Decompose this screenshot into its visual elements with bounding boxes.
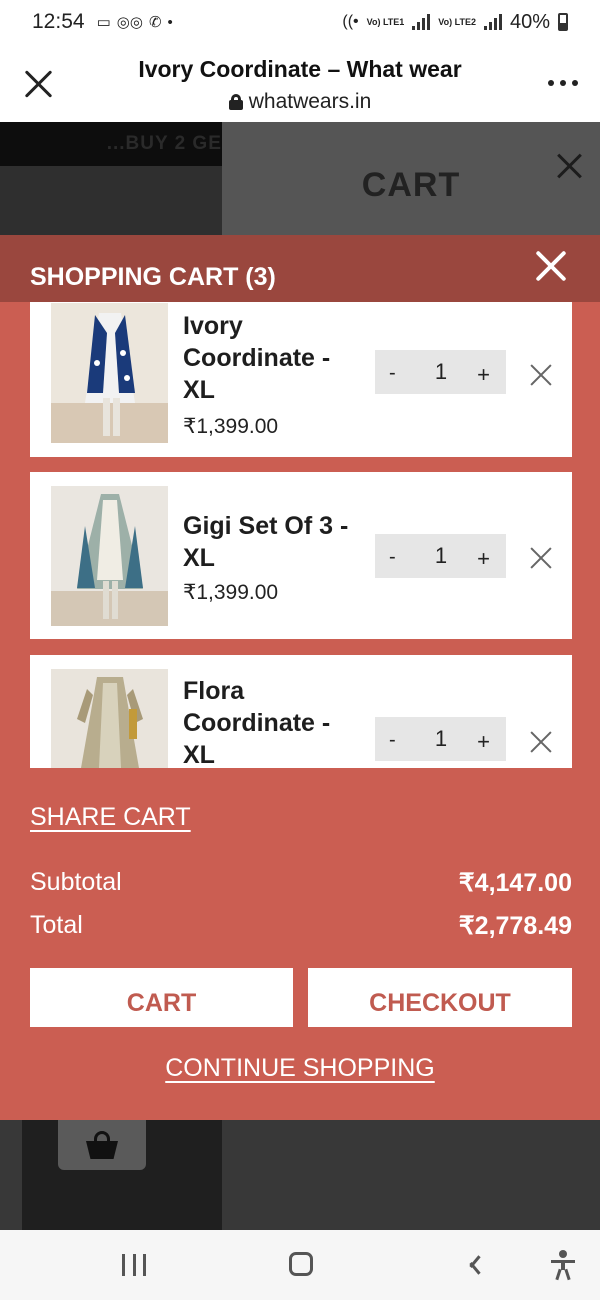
product-name[interactable]: Gigi Set Of 3 - XL (183, 510, 353, 574)
decrease-qty-button[interactable]: - (389, 729, 396, 752)
view-cart-button[interactable]: CART (30, 968, 293, 1027)
product-image[interactable] (51, 669, 168, 768)
cart-item-list[interactable]: Ivory Coordinate - XL ₹1,399.00 - 1 + Gi… (0, 302, 600, 768)
status-right: ((• Vo) LTE1 Vo) LTE2 40% (342, 11, 568, 34)
lock-icon (228, 94, 243, 110)
product-price: ₹1,399.00 (183, 581, 279, 604)
network-2-label: Vo) LTE2 (438, 16, 476, 27)
background-cart-title: CART (361, 166, 461, 204)
quantity-stepper: - 1 + (375, 717, 506, 761)
cart-title: SHOPPING CART (3) (30, 263, 276, 291)
wifi-icon: ((• (342, 13, 359, 30)
browser-header: Ivory Coordinate – What wear whatwears.i… (0, 44, 600, 122)
product-image[interactable] (51, 486, 168, 626)
page-title: Ivory Coordinate – What wear (138, 56, 462, 82)
shopping-cart-modal: SHOPPING CART (3) Ivory Coordinate - XL … (0, 235, 600, 1120)
quantity-value[interactable]: 1 (433, 359, 449, 385)
cart-item: Gigi Set Of 3 - XL ₹1,399.00 - 1 + (30, 472, 572, 639)
quantity-value[interactable]: 1 (433, 726, 449, 752)
url-display[interactable]: whatwears.in (80, 90, 520, 114)
increase-qty-button[interactable]: + (477, 362, 490, 388)
product-image[interactable] (51, 303, 168, 443)
quantity-stepper: - 1 + (375, 534, 506, 578)
remove-icon[interactable] (530, 731, 552, 753)
phone-icon: ✆ (148, 14, 162, 31)
modal-header: SHOPPING CART (3) (0, 235, 600, 302)
status-bar: 12:54 ▭ ◎◎ ✆ • ((• Vo) LTE1 Vo) LTE2 40% (0, 0, 600, 44)
home-icon[interactable] (289, 1252, 313, 1276)
increase-qty-button[interactable]: + (477, 729, 490, 755)
remove-icon[interactable] (530, 547, 552, 569)
dot-icon: • (167, 13, 173, 31)
network-1-label: Vo) LTE1 (366, 16, 405, 27)
cart-item: Flora Coordinate - XL - 1 + (30, 655, 572, 768)
recent-apps-icon[interactable] (122, 1254, 146, 1276)
close-icon[interactable] (534, 249, 568, 283)
subtotal-value: ₹4,147.00 (458, 869, 572, 897)
remove-icon[interactable] (530, 364, 552, 386)
battery-icon (558, 13, 568, 31)
share-cart-link[interactable]: SHARE CART (30, 803, 191, 832)
total-value: ₹2,778.49 (458, 912, 572, 940)
cart-item: Ivory Coordinate - XL ₹1,399.00 - 1 + (30, 302, 572, 457)
continue-shopping-link[interactable]: CONTINUE SHOPPING (0, 1054, 600, 1083)
url-text: whatwears.in (248, 90, 372, 113)
close-icon[interactable] (22, 68, 54, 100)
decrease-qty-button[interactable]: - (389, 546, 396, 569)
basket-button (58, 1120, 146, 1170)
continue-shopping-label: CONTINUE SHOPPING (165, 1054, 435, 1082)
product-name[interactable]: Flora Coordinate - XL (183, 675, 353, 768)
status-time: 12:54 (32, 10, 85, 33)
checkout-button[interactable]: CHECKOUT (308, 968, 572, 1027)
battery-percent: 40% (509, 10, 550, 33)
back-icon[interactable] (462, 1254, 480, 1276)
subtotal-label: Subtotal (30, 868, 122, 896)
quantity-value[interactable]: 1 (433, 543, 449, 569)
close-icon (556, 152, 584, 180)
total-label: Total (30, 911, 83, 939)
more-options-icon[interactable] (548, 80, 578, 86)
basket-icon (86, 1131, 118, 1159)
voicemail-icon: ◎◎ (116, 14, 143, 31)
product-price: ₹1,399.00 (183, 415, 279, 438)
quantity-stepper: - 1 + (375, 350, 506, 394)
system-navigation-bar (0, 1230, 600, 1300)
accessibility-icon[interactable] (551, 1250, 575, 1281)
signal-2-icon (483, 14, 502, 30)
decrease-qty-button[interactable]: - (389, 362, 396, 385)
notification-icons: ▭ ◎◎ ✆ • (96, 13, 173, 32)
increase-qty-button[interactable]: + (477, 546, 490, 572)
signal-1-icon (412, 14, 431, 30)
ticket-icon: ▭ (96, 14, 111, 31)
product-name[interactable]: Ivory Coordinate - XL (183, 310, 353, 406)
